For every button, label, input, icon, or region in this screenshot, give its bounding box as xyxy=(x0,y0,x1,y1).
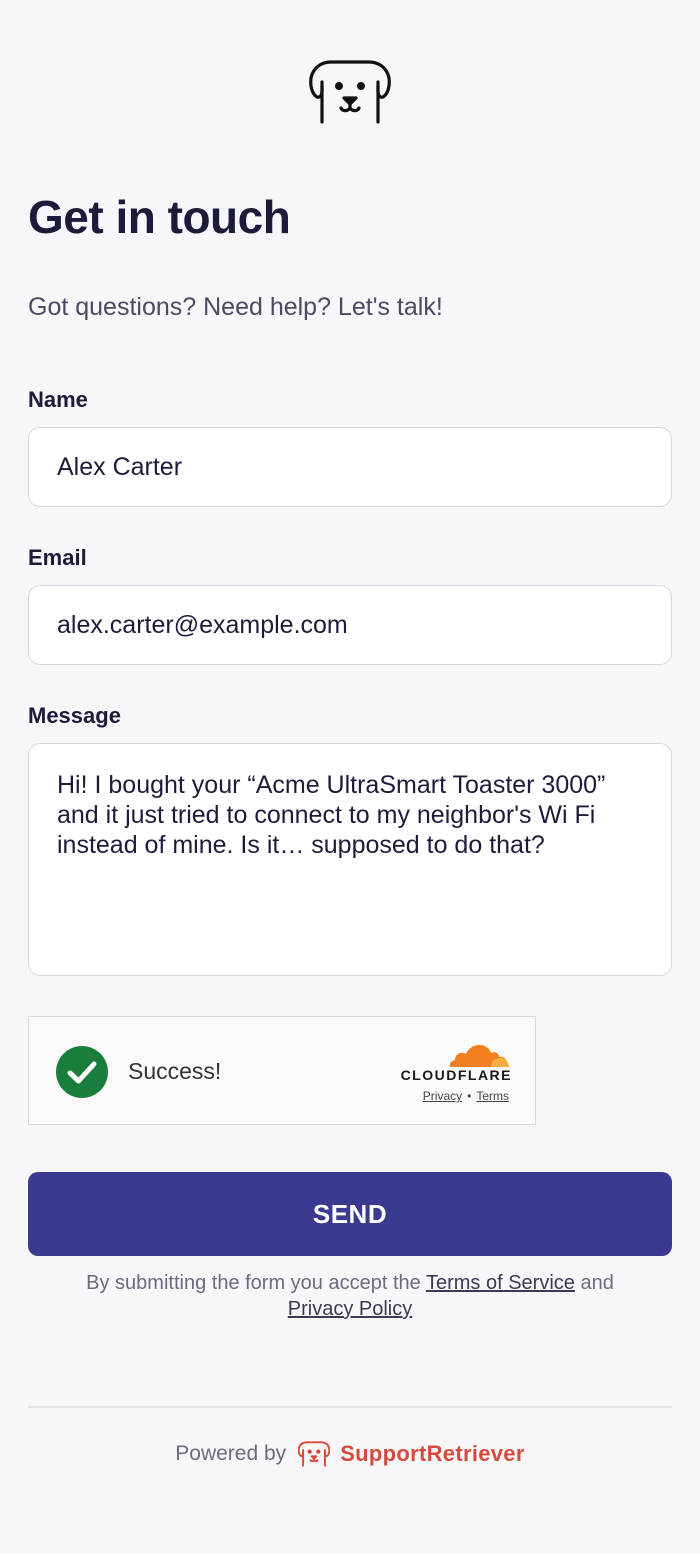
terms-text-and: and xyxy=(580,1272,614,1294)
separator-dot: • xyxy=(467,1089,472,1103)
powered-by-text: Powered by xyxy=(175,1442,287,1465)
name-input[interactable] xyxy=(28,427,672,507)
terms-text-before: By submitting the form you accept the xyxy=(86,1272,421,1294)
terms-of-service-link[interactable]: Terms of Service xyxy=(426,1272,575,1294)
captcha-widget[interactable]: Success! CLOUDFLARE Privacy • Terms xyxy=(28,1016,536,1125)
name-label: Name xyxy=(28,387,88,412)
terms-notice: By submitting the form you accept the Te… xyxy=(28,1270,672,1322)
message-label: Message xyxy=(28,703,121,728)
privacy-policy-link[interactable]: Privacy Policy xyxy=(288,1298,412,1320)
email-input[interactable] xyxy=(28,585,672,665)
powered-by: Powered by SupportRetriever xyxy=(0,1440,700,1468)
page-title: Get in touch xyxy=(28,191,291,243)
email-label: Email xyxy=(28,545,87,570)
captcha-terms-link[interactable]: Terms xyxy=(476,1089,509,1103)
dog-face-logo-icon xyxy=(309,60,391,124)
support-retriever-link[interactable]: SupportRetriever xyxy=(340,1441,525,1467)
message-textarea[interactable]: Hi! I bought your “Acme UltraSmart Toast… xyxy=(28,743,672,976)
footer-divider xyxy=(28,1406,672,1408)
captcha-privacy-link[interactable]: Privacy xyxy=(423,1089,462,1103)
captcha-links: Privacy • Terms xyxy=(369,1089,509,1103)
page-subtitle: Got questions? Need help? Let's talk! xyxy=(28,293,443,321)
captcha-status: Success! xyxy=(128,1058,222,1084)
cloudflare-brand: CLOUDFLARE xyxy=(400,1067,512,1083)
dog-face-icon xyxy=(298,1441,331,1467)
check-circle-icon xyxy=(56,1046,108,1098)
send-button[interactable]: SEND xyxy=(28,1172,672,1256)
cloudflare-cloud-icon xyxy=(449,1044,509,1067)
